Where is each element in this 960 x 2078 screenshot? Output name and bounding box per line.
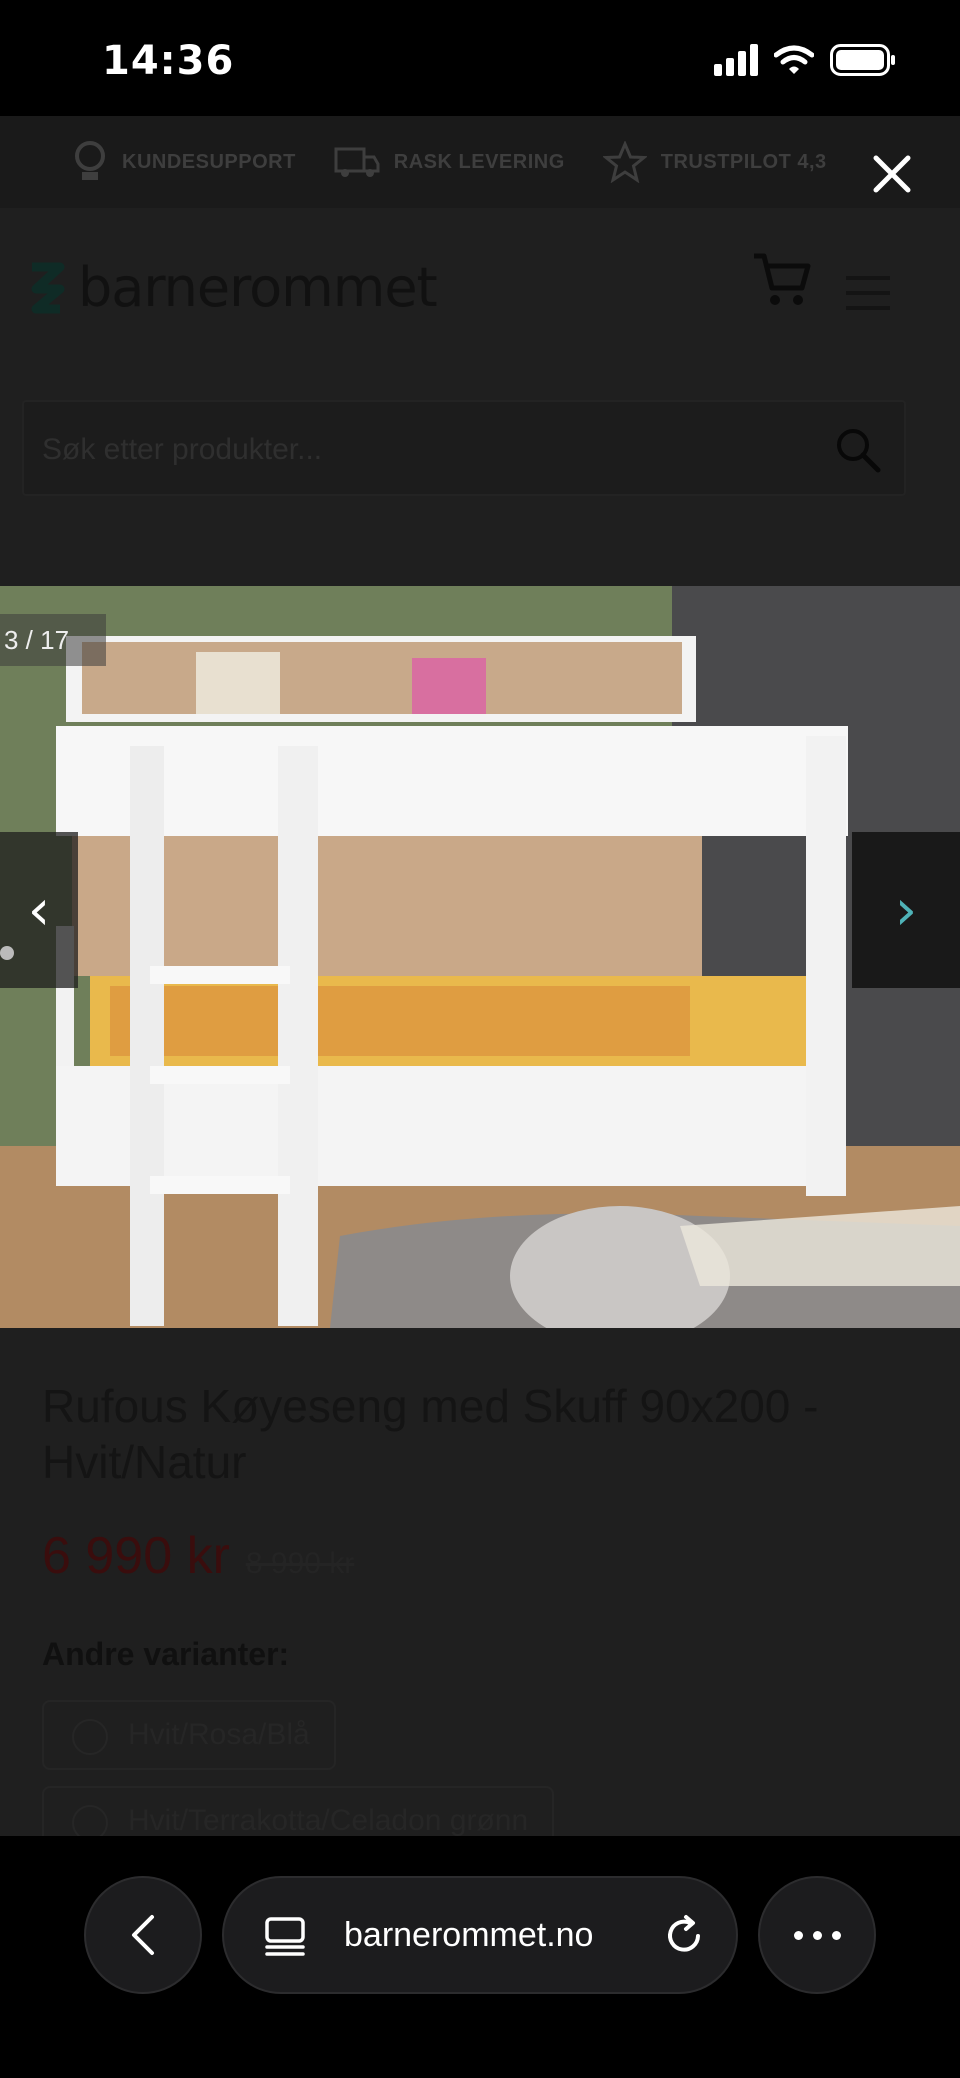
usp-delivery: RASK LEVERING [334, 145, 565, 179]
address-bar-url: barnerommet.no [344, 1916, 594, 1954]
truck-icon [334, 147, 380, 177]
search-icon[interactable] [834, 426, 882, 474]
product-title: Rufous Køyeseng med Skuff 90x200 - Hvit/… [42, 1380, 819, 1488]
battery-icon [830, 44, 895, 76]
status-time: 14:36 [102, 38, 235, 84]
logo-mark-icon [31, 262, 65, 313]
more-dot [812, 1930, 822, 1940]
more-options-button[interactable] [758, 1876, 876, 1994]
product-price: 6 990 kr [42, 1527, 230, 1585]
variants-label: Andre varianter: [42, 1636, 290, 1672]
image-counter: 3 / 17 [0, 614, 106, 666]
logo-text: barnerommet [78, 256, 438, 319]
more-dot [793, 1930, 803, 1940]
previous-image-button[interactable]: ‹ [0, 832, 78, 988]
chevron-left-icon: ‹ [27, 877, 51, 943]
status-icons [714, 44, 896, 76]
gallery-indicator-dot [0, 946, 14, 960]
usp-bar: KUNDESUPPORT RASK LEVERING TRUSTPILOT 4,… [0, 116, 960, 208]
variant-option[interactable]: Hvit/Terrakotta/Celadon grønn [42, 1786, 555, 1836]
browser-back-button[interactable] [84, 1876, 202, 1994]
search-input[interactable] [42, 402, 822, 498]
cart-icon[interactable] [752, 250, 812, 310]
site-logo[interactable]: barnerommet [24, 256, 438, 319]
browser-toolbar: barnerommet.no [0, 1836, 960, 2078]
product-old-price: 8 990 kr [245, 1547, 355, 1580]
variant-option[interactable]: Hvit/Rosa/Blå [42, 1700, 336, 1770]
search-box [22, 400, 906, 498]
more-dot [831, 1930, 841, 1940]
reload-icon[interactable] [660, 1912, 708, 1960]
close-icon[interactable] [870, 152, 914, 196]
usp-support: KUNDESUPPORT [72, 140, 296, 184]
variant-swatch [72, 1805, 108, 1836]
tab-overview-icon [265, 1917, 305, 1956]
star-icon [602, 141, 647, 183]
cellular-signal-icon [714, 44, 758, 76]
headset-icon [75, 141, 105, 180]
price-row: 6 990 kr 8 990 kr [42, 1526, 354, 1586]
product-image [0, 586, 960, 1328]
image-gallery[interactable]: 3 / 17 ‹ › [0, 586, 960, 1328]
next-image-button[interactable]: › [852, 832, 960, 988]
variant-swatch [72, 1719, 108, 1755]
address-bar[interactable]: barnerommet.no [222, 1876, 738, 1994]
chevron-left-icon [132, 1915, 154, 1955]
wifi-icon [774, 45, 814, 74]
status-bar: 14:36 [0, 0, 960, 116]
usp-trustpilot: TRUSTPILOT 4,3 [602, 141, 827, 183]
chevron-right-icon: › [894, 877, 918, 943]
hamburger-menu-icon[interactable] [846, 276, 890, 310]
